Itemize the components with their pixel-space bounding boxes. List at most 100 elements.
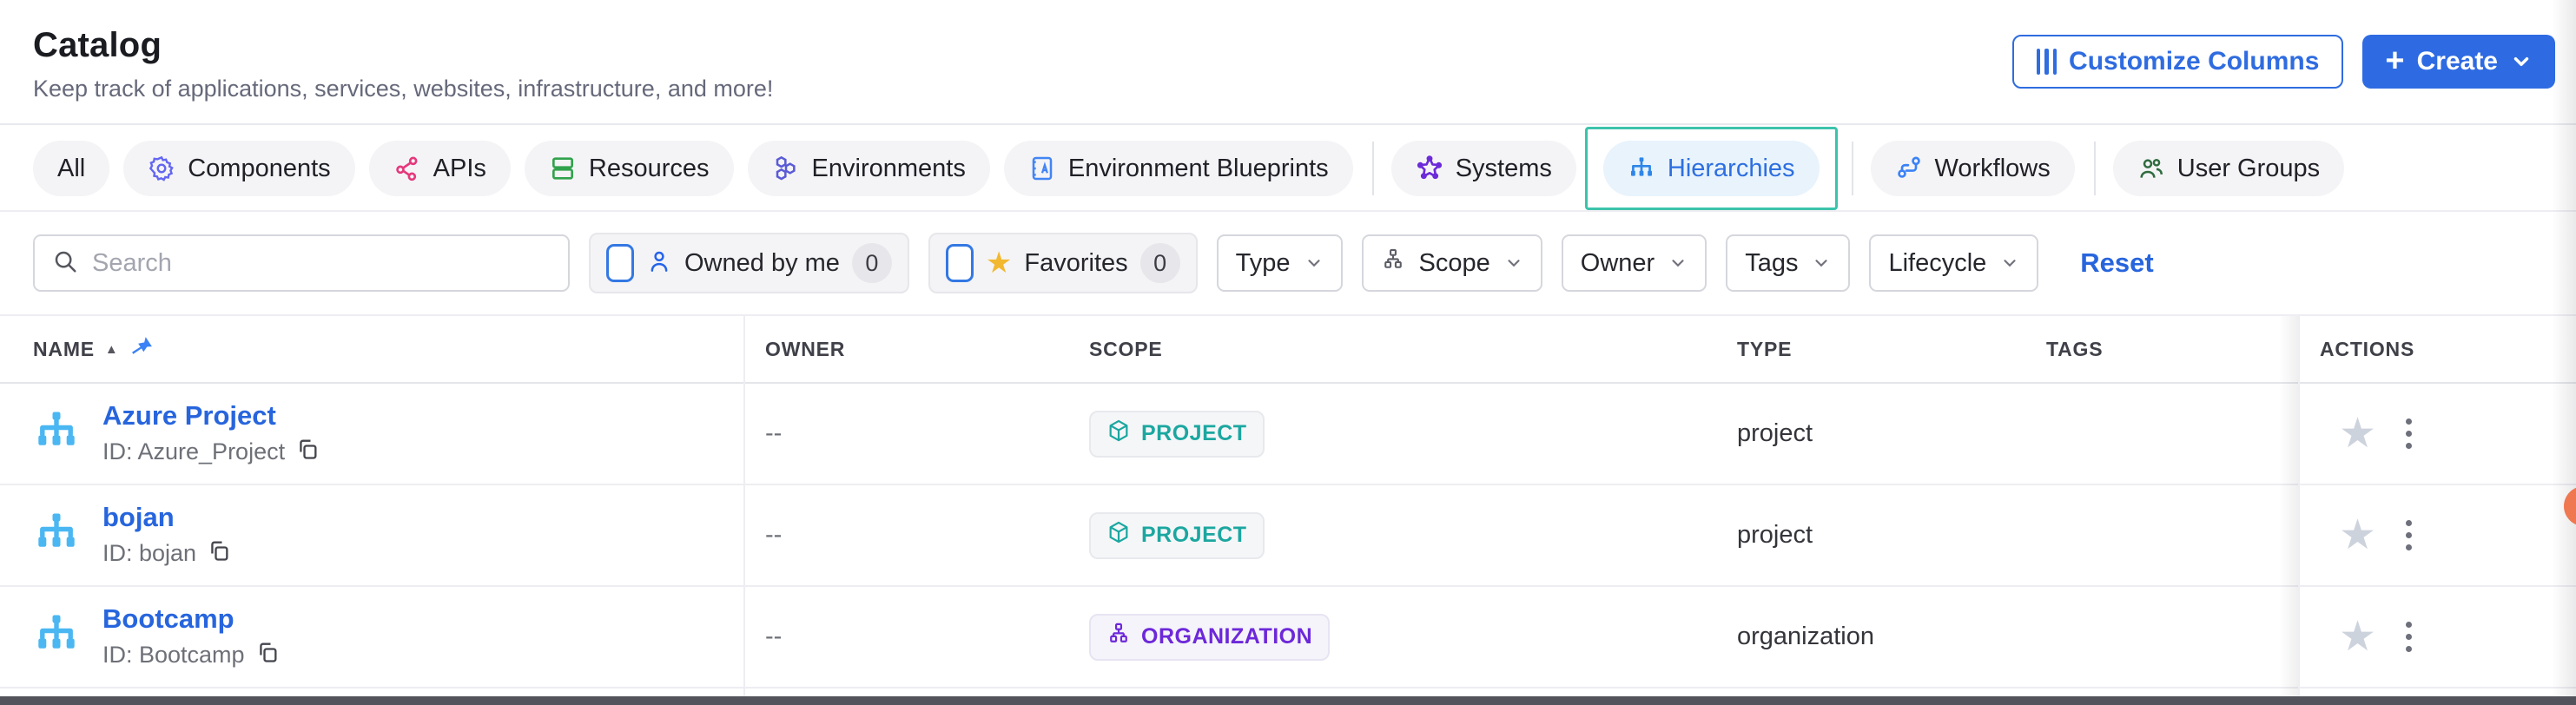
favorite-star-button[interactable]: ★	[2339, 616, 2376, 658]
type-filter-dropdown[interactable]: Type	[1217, 234, 1343, 292]
table-row: Azure Project ID: Azure_Project --	[0, 384, 2576, 485]
type-cell: project	[1716, 521, 2025, 550]
hierarchy-entity-icon	[33, 511, 80, 559]
chevron-down-icon	[1305, 254, 1324, 273]
share-nodes-icon	[393, 155, 421, 182]
scope-badge[interactable]: ORGANIZATION	[1089, 614, 1330, 661]
gear-icon	[148, 155, 175, 182]
favorites-label: Favorites	[1024, 249, 1127, 278]
copy-icon[interactable]	[207, 538, 231, 569]
scope-filter-label: Scope	[1419, 249, 1490, 278]
scope-badge-label: ORGANIZATION	[1141, 624, 1312, 649]
type-filter-label: Type	[1236, 249, 1291, 278]
kebab-menu-button[interactable]	[2399, 513, 2419, 557]
copy-icon[interactable]	[295, 437, 320, 467]
entity-name-link[interactable]: Azure Project	[102, 400, 320, 432]
actions-cell: ★	[2299, 412, 2576, 456]
server-stack-icon	[549, 155, 577, 182]
header-actions: Customize Columns + Create	[2012, 35, 2555, 89]
catalog-tabs: All Components APIs Resources Environmen…	[0, 127, 2576, 210]
favorites-filter[interactable]: ★ Favorites 0	[928, 233, 1198, 293]
tab-hierarchies[interactable]: Hierarchies	[1603, 141, 1820, 196]
customize-columns-button[interactable]: Customize Columns	[2012, 35, 2344, 89]
tab-apis-label: APIs	[433, 155, 486, 183]
tab-hierarchies-label: Hierarchies	[1668, 155, 1795, 183]
chevron-down-icon	[1504, 254, 1523, 273]
scope-badge-label: PROJECT	[1141, 421, 1247, 446]
blueprint-icon	[1028, 155, 1056, 182]
column-header-scope[interactable]: SCOPE	[1068, 338, 1716, 361]
column-header-name[interactable]: NAME ▲	[0, 334, 744, 364]
column-header-owner[interactable]: OWNER	[744, 338, 1068, 361]
tab-systems[interactable]: Systems	[1391, 141, 1576, 196]
actions-column-divider	[2298, 316, 2300, 696]
column-header-tags[interactable]: TAGS	[2025, 338, 2299, 361]
reset-filters-link[interactable]: Reset	[2080, 247, 2153, 279]
tab-components[interactable]: Components	[123, 141, 354, 196]
favorite-star-button[interactable]: ★	[2339, 515, 2376, 557]
column-header-type[interactable]: TYPE	[1716, 338, 2025, 361]
favorites-count: 0	[1140, 243, 1180, 283]
scope-badge-label: PROJECT	[1141, 523, 1247, 548]
person-icon	[646, 248, 672, 279]
kebab-menu-button[interactable]	[2399, 412, 2419, 456]
tabs-divider	[2094, 142, 2096, 195]
search-box	[33, 234, 570, 292]
entity-name-link[interactable]: bojan	[102, 502, 231, 533]
tab-user-groups-label: User Groups	[2177, 155, 2320, 183]
owner-filter-dropdown[interactable]: Owner	[1562, 234, 1707, 292]
table-row: bojan ID: bojan --	[0, 485, 2576, 587]
chevron-down-icon	[2000, 254, 2019, 273]
tab-apis[interactable]: APIs	[369, 141, 511, 196]
tab-environment-blueprints-label: Environment Blueprints	[1068, 155, 1329, 183]
owner-filter-label: Owner	[1581, 249, 1655, 278]
cube-icon	[1106, 520, 1131, 550]
scope-cell: ORGANIZATION	[1068, 614, 1716, 661]
copy-icon[interactable]	[255, 640, 280, 670]
scope-badge[interactable]: PROJECT	[1089, 512, 1265, 559]
sort-asc-icon[interactable]: ▲	[105, 342, 119, 357]
scope-cell: PROJECT	[1068, 512, 1716, 559]
org-chart-icon	[1628, 155, 1655, 182]
owned-by-me-checkbox[interactable]	[606, 244, 634, 282]
create-button[interactable]: + Create	[2362, 35, 2555, 89]
tab-environments-label: Environments	[812, 155, 966, 183]
owner-cell: --	[744, 521, 1068, 550]
tab-resources[interactable]: Resources	[525, 141, 734, 196]
search-input[interactable]	[92, 249, 551, 278]
page-header: Catalog Keep track of applications, serv…	[0, 0, 2576, 125]
column-header-actions: ACTIONS	[2299, 338, 2576, 361]
scope-filter-dropdown[interactable]: Scope	[1362, 234, 1542, 292]
tabs-divider	[1852, 142, 1853, 195]
tab-environments[interactable]: Environments	[748, 141, 990, 196]
tab-all[interactable]: All	[33, 141, 109, 196]
entity-id-label: ID: Bootcamp	[102, 642, 245, 669]
actions-cell: ★	[2299, 513, 2576, 557]
owned-by-me-filter[interactable]: Owned by me 0	[589, 233, 909, 293]
lifecycle-filter-dropdown[interactable]: Lifecycle	[1869, 234, 2038, 292]
favorite-star-button[interactable]: ★	[2339, 413, 2376, 455]
hexagons-icon	[772, 155, 800, 182]
tags-filter-dropdown[interactable]: Tags	[1726, 234, 1850, 292]
columns-icon	[2037, 49, 2057, 75]
scope-badge[interactable]: PROJECT	[1089, 411, 1265, 458]
owner-cell: --	[744, 419, 1068, 448]
type-cell: project	[1716, 419, 2025, 448]
actions-cell: ★	[2299, 615, 2576, 659]
tab-environment-blueprints[interactable]: Environment Blueprints	[1004, 141, 1353, 196]
actions-column-shadow	[2279, 316, 2298, 696]
tab-workflows[interactable]: Workflows	[1871, 141, 2075, 196]
users-icon	[2137, 155, 2165, 182]
pin-icon[interactable]	[129, 334, 154, 364]
entity-name-link[interactable]: Bootcamp	[102, 603, 280, 635]
hierarchy-entity-icon	[33, 410, 80, 458]
header-titles: Catalog Keep track of applications, serv…	[33, 21, 773, 102]
tab-user-groups[interactable]: User Groups	[2113, 141, 2344, 196]
name-cell: bojan ID: bojan	[0, 502, 744, 569]
org-chart-icon	[1106, 622, 1131, 652]
kebab-menu-button[interactable]	[2399, 615, 2419, 659]
entities-table: NAME ▲ OWNER SCOPE TYPE TAGS ACTIONS Azu…	[0, 314, 2576, 696]
entity-id-label: ID: Azure_Project	[102, 438, 285, 465]
workflow-icon	[1895, 155, 1923, 182]
favorites-checkbox[interactable]	[946, 244, 974, 282]
